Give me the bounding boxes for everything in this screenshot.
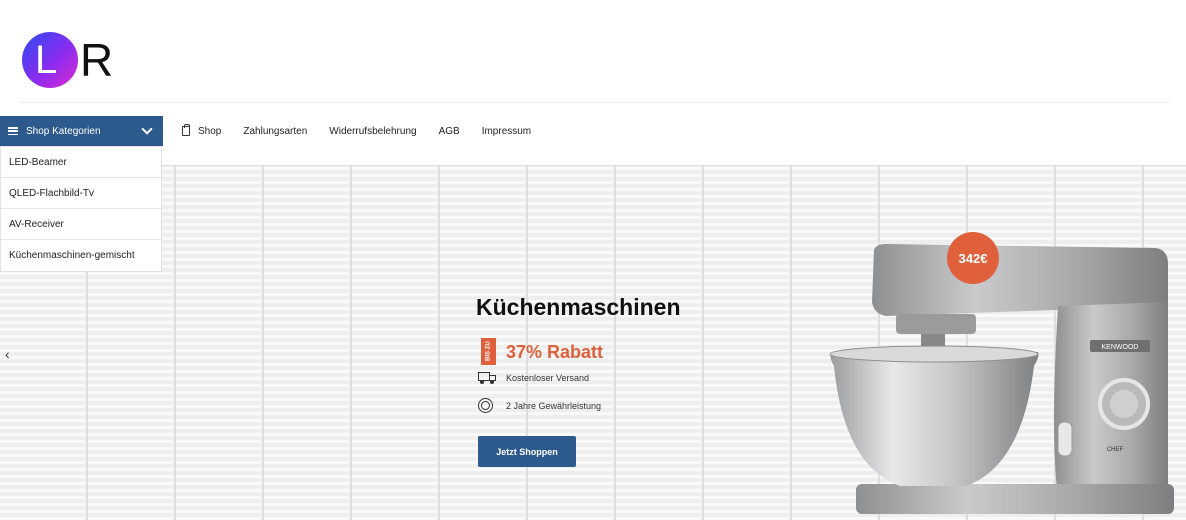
nav-link-label: Zahlungsarten [243, 125, 308, 137]
mixer-model-label: CHEF [1107, 447, 1124, 453]
mixer-brand-label: KENWOOD [1102, 344, 1139, 351]
feature-warranty: 2 Jahre Gewährleistung [478, 398, 601, 413]
nav-link-widerrufsbelehrung[interactable]: Widerrufsbelehrung [329, 126, 416, 137]
nav-link-label: Widerrufsbelehrung [329, 125, 417, 137]
nav-link-shop[interactable]: Shop [182, 124, 222, 137]
site-logo[interactable]: L R [22, 32, 132, 88]
category-dropdown: LED-Beamer QLED-Flachbild-Tv AV-Receiver… [0, 146, 162, 272]
bis-zu-badge: BIS ZU [481, 338, 496, 365]
nav-link-label: AGB [438, 125, 460, 137]
category-item-qled-tv[interactable]: QLED-Flachbild-Tv [1, 178, 161, 209]
nav-link-label: Impressum [481, 125, 532, 137]
chevron-down-icon [141, 123, 153, 135]
feature-shipping-text: Kostenloser Versand [506, 373, 590, 383]
hero-title: Küchenmaschinen [476, 294, 681, 320]
logo-letter-l: L [35, 38, 58, 82]
category-item-led-beamer[interactable]: LED-Beamer [1, 147, 161, 178]
slider-prev-arrow-icon[interactable]: ‹ [5, 346, 10, 362]
feature-warranty-text: 2 Jahre Gewährleistung [506, 400, 602, 411]
nav-links: Shop Zahlungsarten Widerrufsbelehrung AG… [182, 116, 553, 146]
price-badge: 342€ [947, 232, 999, 284]
page: L R Shop Kategorien Shop Zahlungsarten W… [0, 0, 1186, 520]
header-divider [18, 102, 1170, 103]
logo-mark: L [22, 32, 78, 88]
warranty-icon [478, 398, 493, 413]
jetzt-shoppen-button[interactable]: Jetzt Shoppen [478, 436, 576, 467]
shop-categories-button[interactable]: Shop Kategorien [0, 116, 163, 146]
discount-text: 37% Rabatt [506, 342, 604, 362]
hamburger-menu-icon [8, 127, 18, 135]
shopping-bag-icon [182, 124, 190, 136]
nav-link-zahlungsarten[interactable]: Zahlungsarten [243, 126, 307, 137]
stand-mixer-image[interactable]: KENWOOD CHEF [826, 236, 1186, 520]
nav-link-label: Shop [198, 125, 222, 137]
logo-letter-r: R [80, 34, 114, 86]
category-item-kuechenmaschinen[interactable]: Küchenmaschinen-gemischt [1, 240, 161, 271]
shop-categories-label: Shop Kategorien [26, 125, 101, 137]
hero-banner: ‹ Küchenmaschinen BIS ZU 37% Rabatt Kost… [0, 166, 1186, 520]
nav-link-impressum[interactable]: Impressum [482, 126, 531, 137]
category-item-av-receiver[interactable]: AV-Receiver [1, 209, 161, 240]
main-nav: Shop Kategorien Shop Zahlungsarten Wider… [0, 116, 1186, 146]
nav-link-agb[interactable]: AGB [439, 126, 460, 137]
truck-icon [478, 372, 497, 384]
feature-shipping: Kostenloser Versand [478, 372, 589, 384]
